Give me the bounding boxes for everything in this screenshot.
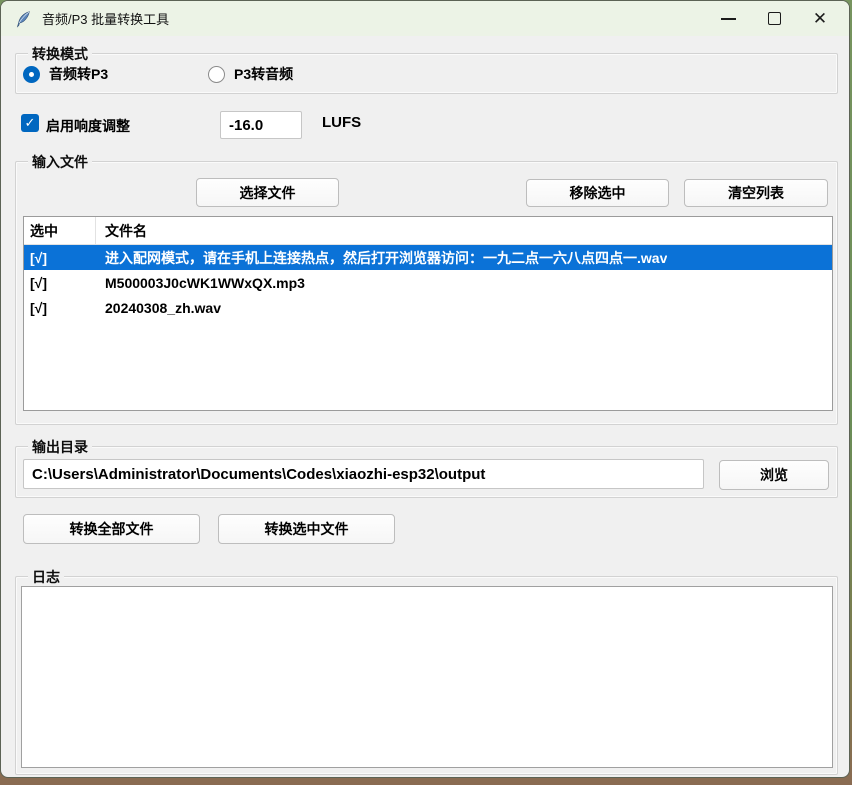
maximize-icon bbox=[768, 12, 781, 25]
loudness-checkbox[interactable]: ✓ bbox=[21, 114, 39, 132]
table-row[interactable]: [√] M500003J0cWK1WWxQX.mp3 bbox=[24, 270, 832, 295]
titlebar: 音频/P3 批量转换工具 ✕ bbox=[1, 1, 849, 36]
lufs-unit-label: LUFS bbox=[322, 114, 361, 131]
column-header-filename[interactable]: 文件名 bbox=[96, 221, 147, 241]
remove-selected-button-label: 移除选中 bbox=[570, 183, 626, 203]
mode-group-label: 转换模式 bbox=[28, 44, 92, 64]
row-checked-mark: [√] bbox=[24, 250, 96, 266]
log-group-label: 日志 bbox=[28, 567, 64, 587]
radio-audio-to-p3[interactable]: 音频转P3 bbox=[23, 64, 108, 84]
file-table-header: 选中 文件名 bbox=[24, 217, 832, 245]
input-files-group-label: 输入文件 bbox=[28, 152, 92, 172]
loudness-checkbox-label[interactable]: 启用响度调整 bbox=[46, 116, 130, 136]
log-textarea[interactable] bbox=[21, 586, 833, 768]
lufs-value: -16.0 bbox=[229, 117, 263, 134]
convert-all-button[interactable]: 转换全部文件 bbox=[23, 514, 200, 544]
app-window: 音频/P3 批量转换工具 ✕ 转换模式 音频转P3 P3转音频 ✓ 启用响度调整… bbox=[0, 0, 850, 778]
radio-on-icon bbox=[23, 66, 40, 83]
window-title: 音频/P3 批量转换工具 bbox=[42, 9, 169, 28]
row-checked-mark: [√] bbox=[24, 275, 96, 291]
lufs-value-input[interactable]: -16.0 bbox=[220, 111, 302, 139]
clear-list-button-label: 清空列表 bbox=[728, 183, 784, 203]
checkmark-icon: ✓ bbox=[25, 115, 36, 131]
minimize-button[interactable] bbox=[705, 1, 751, 36]
table-row[interactable]: [√] 20240308_zh.wav bbox=[24, 295, 832, 320]
browse-button[interactable]: 浏览 bbox=[719, 460, 829, 490]
output-path-input[interactable]: C:\Users\Administrator\Documents\Codes\x… bbox=[23, 459, 704, 489]
table-row[interactable]: [√] 进入配网模式，请在手机上连接热点，然后打开浏览器访问：一九二点一六八点四… bbox=[24, 245, 832, 270]
convert-all-button-label: 转换全部文件 bbox=[70, 519, 154, 539]
row-filename: M500003J0cWK1WWxQX.mp3 bbox=[96, 275, 305, 291]
select-files-button-label: 选择文件 bbox=[240, 183, 296, 203]
output-path-value: C:\Users\Administrator\Documents\Codes\x… bbox=[32, 466, 485, 483]
minimize-icon bbox=[721, 18, 736, 20]
radio-p3-to-audio[interactable]: P3转音频 bbox=[208, 64, 293, 84]
row-checked-mark: [√] bbox=[24, 300, 96, 316]
output-dir-group-label: 输出目录 bbox=[28, 437, 92, 457]
clear-list-button[interactable]: 清空列表 bbox=[684, 179, 828, 207]
convert-selected-button[interactable]: 转换选中文件 bbox=[218, 514, 395, 544]
convert-selected-button-label: 转换选中文件 bbox=[265, 519, 349, 539]
tk-feather-icon bbox=[14, 10, 32, 28]
file-table: 选中 文件名 [√] 进入配网模式，请在手机上连接热点，然后打开浏览器访问：一九… bbox=[23, 216, 833, 411]
column-header-checked[interactable]: 选中 bbox=[24, 217, 96, 244]
radio-p3-to-audio-label: P3转音频 bbox=[234, 64, 293, 84]
caption-buttons: ✕ bbox=[705, 1, 843, 36]
maximize-button[interactable] bbox=[751, 1, 797, 36]
radio-off-icon bbox=[208, 66, 225, 83]
mode-groupbox: 转换模式 音频转P3 P3转音频 bbox=[15, 53, 838, 94]
browse-button-label: 浏览 bbox=[760, 465, 788, 485]
remove-selected-button[interactable]: 移除选中 bbox=[526, 179, 669, 207]
select-files-button[interactable]: 选择文件 bbox=[196, 178, 339, 207]
row-filename: 进入配网模式，请在手机上连接热点，然后打开浏览器访问：一九二点一六八点四点一.w… bbox=[96, 248, 667, 268]
row-filename: 20240308_zh.wav bbox=[96, 300, 221, 316]
close-icon: ✕ bbox=[813, 10, 827, 27]
close-button[interactable]: ✕ bbox=[797, 1, 843, 36]
radio-audio-to-p3-label: 音频转P3 bbox=[49, 64, 108, 84]
